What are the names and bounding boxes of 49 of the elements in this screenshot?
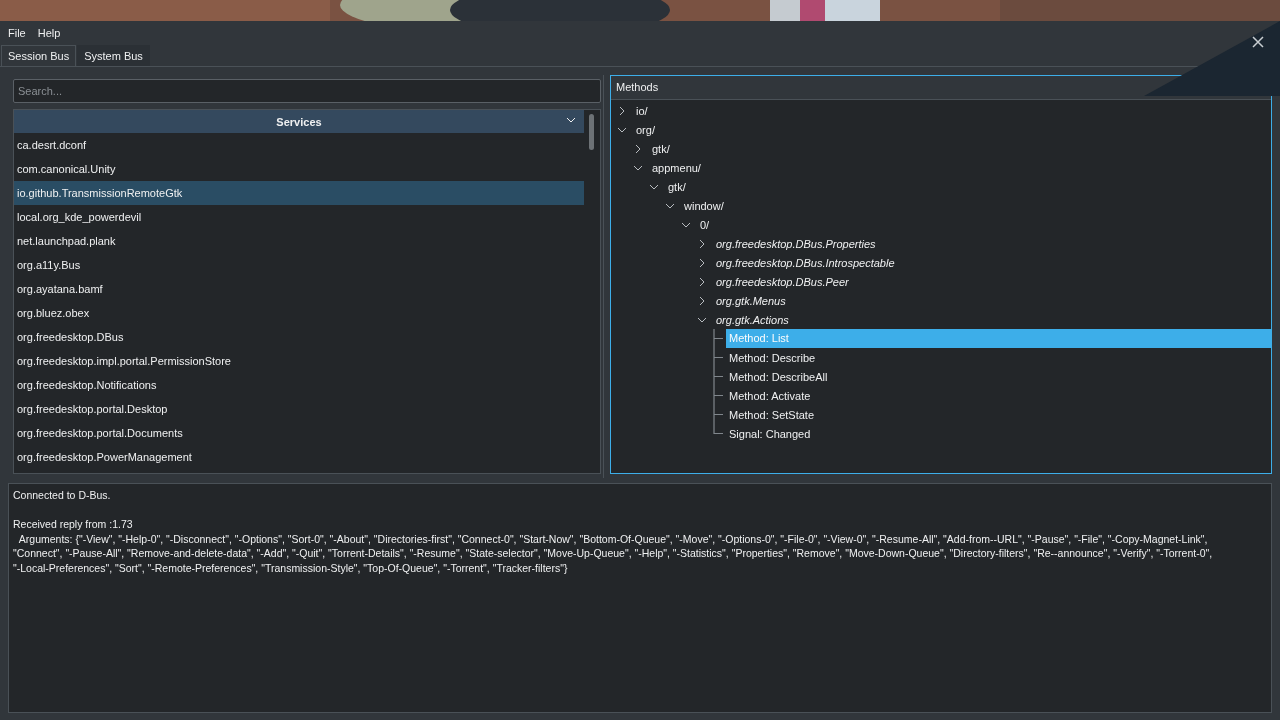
interface-name[interactable]: org.freedesktop.DBus.Introspectable [713, 256, 898, 269]
tree-line [713, 367, 723, 386]
search-field[interactable]: Search... [13, 79, 601, 103]
service-item[interactable]: org.freedesktop.PowerManagement [14, 445, 584, 469]
service-item[interactable]: org.freedesktop.portal.Documents [14, 421, 584, 445]
log-line: Connected to D-Bus. [13, 488, 112, 503]
service-item[interactable]: com.canonical.Unity [14, 157, 584, 181]
method-item[interactable]: Method: SetState [726, 408, 817, 421]
path-node[interactable]: window/ [681, 199, 727, 212]
column-header[interactable]: Services [14, 110, 584, 133]
tab[interactable]: Session Bus [1, 45, 77, 66]
method-item[interactable]: Method: Activate [726, 389, 814, 402]
path-node[interactable]: 0/ [697, 218, 713, 231]
service-item[interactable]: org.freedesktop.portal.Desktop [14, 397, 584, 421]
scrollbar-thumb[interactable] [589, 114, 594, 150]
service-item[interactable]: org.freedesktop.DBus [14, 325, 584, 349]
close-icon[interactable] [1252, 36, 1264, 48]
method-item[interactable]: Method: DescribeAll [726, 370, 831, 383]
log-line: Arguments: {"-View", "-Help-0", "-Disconnect", "-Options", "Sort-0", "-About", "Directories-first", "Connect-0", "Start-Now", "Bottom-Of-Queue", "-Move", "-Options-0", "-File-0", "-View-0", "-Resume-All", "Add-from--URL", "-Pause", "-File", "-Copy-Magnet-Link", [17, 531, 1209, 546]
log-line: Received reply from :1.73 [13, 517, 134, 532]
tree-line [713, 348, 723, 367]
path-node[interactable]: gtk/ [649, 142, 673, 155]
path-node[interactable]: io/ [633, 104, 651, 117]
path-node[interactable]: org/ [633, 123, 658, 136]
menu-item[interactable]: File [2, 26, 32, 39]
interface-name[interactable]: org.gtk.Actions [713, 313, 792, 326]
service-item[interactable]: org.freedesktop.impl.portal.PermissionStore [14, 349, 584, 373]
service-item[interactable]: io.github.TransmissionRemoteGtk [14, 181, 584, 205]
interface-name[interactable]: org.freedesktop.DBus.Properties [713, 237, 879, 250]
service-item[interactable]: local.org_kde_powerdevil [14, 205, 584, 229]
service-item[interactable]: org.ayatana.bamf [14, 277, 584, 301]
service-item[interactable]: net.launchpad.plank [14, 229, 584, 253]
tree-line [713, 329, 723, 348]
interface-name[interactable]: org.freedesktop.DBus.Peer [713, 275, 852, 288]
method-item[interactable]: Method: Describe [726, 351, 819, 364]
service-item[interactable]: org.bluez.obex [14, 301, 584, 325]
caret-icon[interactable] [566, 117, 576, 124]
path-node[interactable]: gtk/ [665, 180, 689, 193]
method-item[interactable]: Signal: Changed [726, 427, 814, 440]
log-line: "-Local-Preferences", "Sort", "-Remote-Preferences", "Transmission-Style", "Top-Of-Queue", "-Torrent", "Tracker-filters"} [13, 560, 569, 575]
log-line: "Connect", "-Pause-All", "Remove-and-delete-data", "-Add", "-Quit", "Torrent-Details", "-Resume", "State-selector", "Move-Up-Queue", "-Help", "-Statistics", "Properties", "Remove", "Move-Down-Queue", "Directory-filters", "Re--announce", "-Verify", "-Torrent-0", [13, 546, 1214, 561]
interface-name[interactable]: org.gtk.Menus [713, 294, 789, 307]
service-item[interactable]: org.freedesktop.Notifications [14, 373, 584, 397]
path-node[interactable]: appmenu/ [649, 161, 704, 174]
menu-item[interactable]: Help [31, 26, 67, 39]
tree-line [713, 386, 723, 405]
service-item[interactable]: ca.desrt.dconf [14, 133, 584, 157]
tab[interactable]: System Bus [77, 45, 150, 66]
service-item[interactable]: org.a11y.Bus [14, 253, 584, 277]
